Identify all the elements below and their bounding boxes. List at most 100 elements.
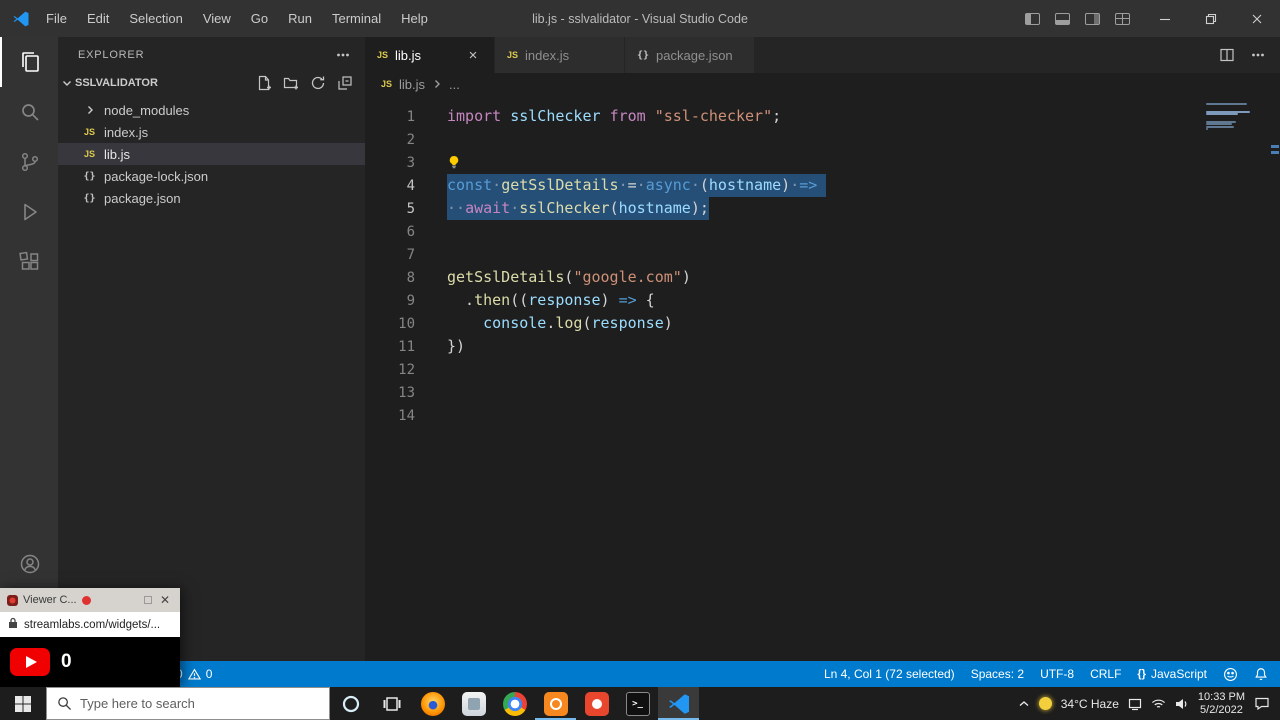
menu-go[interactable]: Go (241, 7, 278, 30)
menu-file[interactable]: File (36, 7, 77, 30)
notifications-icon[interactable] (1254, 667, 1268, 681)
file-index.js[interactable]: JSindex.js (58, 121, 365, 143)
activity-account[interactable] (0, 539, 58, 589)
new-folder-icon[interactable] (283, 75, 299, 91)
activity-search[interactable] (0, 87, 58, 137)
menu-help[interactable]: Help (391, 7, 438, 30)
toggle-sidebar-icon[interactable] (1025, 13, 1040, 25)
file-lib.js[interactable]: JSlib.js (58, 143, 365, 165)
close-button[interactable] (1234, 0, 1280, 37)
code-line[interactable]: 11}) (365, 335, 1220, 358)
code-line[interactable]: 13 (365, 381, 1220, 404)
menu-selection[interactable]: Selection (119, 7, 192, 30)
viewer-close-button[interactable]: ✕ (157, 593, 173, 607)
taskbar-clock[interactable]: 10:33 PM 5/2/2022 (1198, 691, 1245, 717)
cursor-position[interactable]: Ln 4, Col 1 (72 selected) (824, 667, 955, 681)
menu-run[interactable]: Run (278, 7, 322, 30)
code-line[interactable]: 14 (365, 404, 1220, 427)
activity-bar (0, 37, 58, 661)
eol-selector[interactable]: CRLF (1090, 667, 1121, 681)
code-text[interactable] (447, 151, 461, 174)
split-editor-icon[interactable] (1219, 47, 1235, 63)
code-line[interactable]: 2 (365, 128, 1220, 151)
taskbar-firefox[interactable] (412, 687, 453, 720)
code-text[interactable]: const·getSslDetails·=·async·(hostname)·=… (447, 174, 826, 197)
taskbar-app-red[interactable] (576, 687, 617, 720)
search-input[interactable] (80, 696, 300, 711)
taskbar-terminal[interactable] (617, 687, 658, 720)
code-text[interactable]: .then((response) => { (447, 289, 655, 312)
lightbulb-icon[interactable] (447, 155, 461, 169)
file-package.json[interactable]: {}package.json (58, 187, 365, 209)
collapse-folders-icon[interactable] (337, 75, 353, 91)
refresh-icon[interactable] (310, 75, 326, 91)
editor-more-icon[interactable] (1250, 47, 1266, 63)
wifi-icon[interactable] (1151, 698, 1166, 710)
activity-run-debug[interactable] (0, 187, 58, 237)
search-icon (18, 100, 42, 124)
code-line[interactable]: 4const·getSslDetails·=·async·(hostname)·… (365, 174, 1220, 197)
feedback-icon[interactable] (1223, 667, 1238, 682)
menu-view[interactable]: View (193, 7, 241, 30)
viewer-title-bar[interactable]: Viewer C... ✕ (0, 588, 180, 612)
code-line[interactable]: 3 (365, 151, 1220, 174)
language-mode[interactable]: {}JavaScript (1137, 667, 1207, 681)
code-line[interactable]: 9 .then((response) => { (365, 289, 1220, 312)
menu-edit[interactable]: Edit (77, 7, 119, 30)
toggle-panel-icon[interactable] (1055, 13, 1070, 25)
code-text[interactable]: }) (447, 335, 465, 358)
taskbar-vscode[interactable] (658, 687, 699, 720)
indentation[interactable]: Spaces: 2 (971, 667, 1024, 681)
customize-layout-icon[interactable] (1115, 13, 1130, 25)
tab-lib.js[interactable]: JSlib.js× (365, 37, 495, 73)
task-view-button[interactable] (371, 687, 412, 720)
code-line[interactable]: 12 (365, 358, 1220, 381)
encoding[interactable]: UTF-8 (1040, 667, 1074, 681)
toggle-secondary-sidebar-icon[interactable] (1085, 13, 1100, 25)
code-line[interactable]: 8getSslDetails("google.com") (365, 266, 1220, 289)
display-tray-icon[interactable] (1128, 697, 1142, 711)
hidden-icons-chevron[interactable] (1018, 700, 1030, 708)
code-text[interactable]: console.log(response) (447, 312, 673, 335)
code-line[interactable]: 1import sslChecker from "ssl-checker"; (365, 105, 1220, 128)
code-text[interactable]: getSslDetails("google.com") (447, 266, 691, 289)
code-text[interactable]: import sslChecker from "ssl-checker"; (447, 105, 781, 128)
close-tab-icon[interactable]: × (464, 47, 482, 64)
taskbar-app-orange[interactable] (535, 687, 576, 720)
code-line[interactable]: 7 (365, 243, 1220, 266)
breadcrumb[interactable]: JS lib.js ... (365, 73, 1280, 95)
file-package-lock.json[interactable]: {}package-lock.json (58, 165, 365, 187)
breadcrumb-ellipsis[interactable]: ... (449, 77, 460, 92)
code-line[interactable]: 5··await·sslChecker(hostname); (365, 197, 1220, 220)
taskbar-app-gray[interactable] (453, 687, 494, 720)
cortana-button[interactable] (330, 687, 371, 720)
viewer-address-bar[interactable]: streamlabs.com/widgets/... (0, 612, 180, 637)
weather-text[interactable]: 34°C Haze (1061, 697, 1119, 711)
file-node_modules[interactable]: node_modules (58, 99, 365, 121)
chrome-icon (503, 692, 527, 716)
start-button[interactable] (0, 687, 46, 720)
minimize-button[interactable] (1142, 0, 1188, 37)
new-file-icon[interactable] (256, 75, 272, 91)
sidebar-more-icon[interactable] (335, 47, 351, 63)
menu-terminal[interactable]: Terminal (322, 7, 391, 30)
restore-button[interactable] (1188, 0, 1234, 37)
viewer-maximize-button[interactable] (144, 596, 152, 604)
tab-index.js[interactable]: JSindex.js (495, 37, 625, 73)
code-area[interactable]: 1import sslChecker from "ssl-checker";23… (365, 95, 1220, 661)
activity-source-control[interactable] (0, 137, 58, 187)
folder-section-header[interactable]: SSLVALIDATOR (58, 72, 365, 94)
activity-extensions[interactable] (0, 237, 58, 287)
activity-explorer[interactable] (0, 37, 58, 87)
breadcrumb-file[interactable]: lib.js (399, 77, 425, 92)
action-center-icon[interactable] (1254, 696, 1270, 711)
viewer-url[interactable]: streamlabs.com/widgets/... (24, 619, 160, 631)
minimap[interactable] (1206, 103, 1252, 138)
volume-icon[interactable] (1175, 698, 1189, 710)
tab-package.json[interactable]: {}package.json (625, 37, 755, 73)
code-line[interactable]: 6 (365, 220, 1220, 243)
taskbar-search[interactable] (46, 687, 330, 720)
code-line[interactable]: 10 console.log(response) (365, 312, 1220, 335)
taskbar-chrome[interactable] (494, 687, 535, 720)
code-text[interactable]: ··await·sslChecker(hostname); (447, 197, 709, 220)
